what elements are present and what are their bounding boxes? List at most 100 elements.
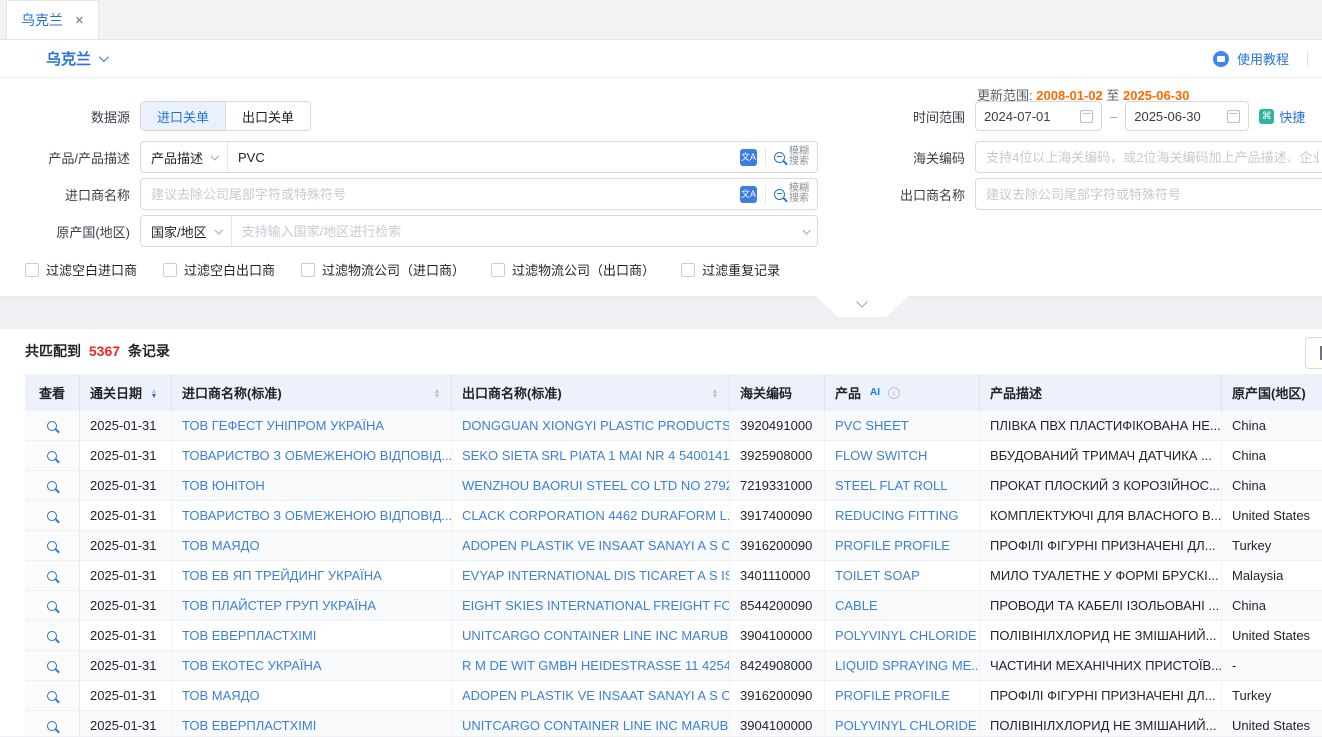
importer-link[interactable]: ТОВ ЕВЕРПЛАСТХІМІ [172,621,452,650]
view-magnifier-icon[interactable] [47,511,57,521]
product-type-select[interactable]: 产品描述 [141,142,228,172]
view-record-cell[interactable] [25,531,80,560]
checkbox-icon[interactable] [681,263,695,277]
view-record-cell[interactable] [25,501,80,530]
data-source-export-tab[interactable]: 出口关单 [225,102,310,130]
product-link[interactable]: POLYVINYL CHLORIDE [825,711,980,736]
exporter-link[interactable]: EVYAP INTERNATIONAL DIS TICARET A S IS..… [452,561,730,590]
exporter-link[interactable]: EIGHT SKIES INTERNATIONAL FREIGHT FOR... [452,591,730,620]
view-record-cell[interactable] [25,411,80,440]
view-magnifier-icon[interactable] [47,571,57,581]
sort-desc-icon[interactable]: ▼ [711,393,718,398]
exporter-link[interactable]: CLACK CORPORATION 4462 DURAFORM L... [452,501,730,530]
product-link[interactable]: PROFILE PROFILE [825,531,980,560]
time-range-start-input[interactable]: 2024-07-01 [975,101,1102,131]
view-record-cell[interactable] [25,471,80,500]
exporter-link[interactable]: ADOPEN PLASTIK VE INSAAT SANAYI A S O... [452,681,730,710]
exporter-link[interactable]: R M DE WIT GMBH HEIDESTRASSE 11 4254... [452,651,730,680]
checkbox-icon[interactable] [25,263,39,277]
view-record-cell[interactable] [25,561,80,590]
translate-icon[interactable]: 文A [740,186,757,203]
exporter-link[interactable]: UNITCARGO CONTAINER LINE INC MARUB... [452,621,730,650]
view-record-cell[interactable] [25,591,80,620]
col-header-importer[interactable]: 进口商名称(标准) ▲▼ [172,374,452,411]
view-magnifier-icon[interactable] [47,451,57,461]
origin-type-select[interactable]: 国家/地区 [141,216,232,246]
product-link[interactable]: REDUCING FITTING [825,501,980,530]
exporter-link[interactable]: WENZHOU BAORUI STEEL CO LTD NO 2792... [452,471,730,500]
view-magnifier-icon[interactable] [47,691,57,701]
filter-checkbox[interactable]: 过滤空白进口商 [25,260,137,279]
col-header-date-label: 通关日期 [90,383,142,402]
filter-checkbox[interactable]: 过滤物流公司（出口商） [491,260,655,279]
view-magnifier-icon[interactable] [47,661,57,671]
info-icon[interactable]: i [888,387,900,399]
sort-control[interactable]: ▲▼ [433,388,441,398]
view-magnifier-icon[interactable] [47,421,57,431]
product-link[interactable]: PVC SHEET [825,411,980,440]
exporter-link[interactable]: ADOPEN PLASTIK VE INSAAT SANAYI A S O... [452,531,730,560]
chevron-down-icon[interactable] [99,52,109,62]
close-icon[interactable]: × [75,12,84,29]
view-record-cell[interactable] [25,711,80,736]
exporter-link[interactable]: SEKO SIETA SRL PIATA 1 MAI NR 4 5400141 … [452,441,730,470]
view-magnifier-icon[interactable] [47,541,57,551]
quick-shortcut-button[interactable]: ⌘ 快捷 [1259,107,1305,126]
data-source-import-tab[interactable]: 进口关单 [141,102,225,130]
importer-link[interactable]: ТОВ ЕКОТЕС УКРАЇНА [172,651,452,680]
product-search-input[interactable] [228,142,732,172]
sort-control[interactable]: ▲▼ [711,388,719,398]
filter-checkbox[interactable]: 过滤重复记录 [681,260,780,279]
sort-desc-icon[interactable]: ▼ [150,393,157,398]
checkbox-icon[interactable] [163,263,177,277]
exporter-link[interactable]: UNITCARGO CONTAINER LINE INC MARUB... [452,711,730,736]
importer-link[interactable]: ТОВ ГЕФЕСТ УНІПРОМ УКРАЇНА [172,411,452,440]
view-magnifier-icon[interactable] [47,631,57,641]
product-link[interactable]: POLYVINYL CHLORIDE [825,621,980,650]
translate-icon[interactable]: 文A [740,149,757,166]
results-toolbar-button-partial[interactable] [1305,337,1322,369]
col-header-exporter[interactable]: 出口商名称(标准) ▲▼ [452,374,730,411]
view-record-cell[interactable] [25,621,80,650]
product-link[interactable]: CABLE [825,591,980,620]
col-header-date[interactable]: 通关日期 ▲▼ [80,374,172,411]
fuzzy-search-toggle[interactable]: 模糊 搜索 [774,184,809,204]
view-magnifier-icon[interactable] [47,601,57,611]
importer-link[interactable]: ТОВ ЮНІТОН [172,471,452,500]
filter-checkbox[interactable]: 过滤空白出口商 [163,260,275,279]
importer-link[interactable]: ТОВАРИСТВО З ОБМЕЖЕНОЮ ВІДПОВІД... [172,441,452,470]
time-range-end-input[interactable]: 2025-06-30 [1125,101,1249,131]
importer-input[interactable] [141,179,732,209]
fuzzy-search-toggle[interactable]: 模糊 搜索 [774,147,809,167]
importer-link[interactable]: ТОВ МАЯДО [172,531,452,560]
exporter-input[interactable] [976,187,1322,202]
origin-input[interactable] [232,216,795,246]
sort-control[interactable]: ▲▼ [150,388,158,398]
origin-label: 原产国(地区) [0,222,140,241]
importer-link[interactable]: ТОВ ЕВЕРПЛАСТХІМІ [172,711,452,736]
checkbox-icon[interactable] [301,263,315,277]
collapse-filters-button[interactable] [816,296,908,317]
importer-link[interactable]: ТОВ ПЛАЙСТЕР ГРУП УКРАЇНА [172,591,452,620]
product-link[interactable]: STEEL FLAT ROLL [825,471,980,500]
view-magnifier-icon[interactable] [47,481,57,491]
product-link[interactable]: FLOW SWITCH [825,441,980,470]
checkbox-icon[interactable] [491,263,505,277]
view-record-cell[interactable] [25,681,80,710]
filter-checkbox[interactable]: 过滤物流公司（进口商） [301,260,465,279]
sort-desc-icon[interactable]: ▼ [433,393,440,398]
product-link[interactable]: TOILET SOAP [825,561,980,590]
product-link[interactable]: LIQUID SPRAYING ME... [825,651,980,680]
importer-link[interactable]: ТОВ МАЯДО [172,681,452,710]
col-header-product-label: 产品 [835,383,861,402]
view-record-cell[interactable] [25,651,80,680]
view-magnifier-icon[interactable] [47,721,57,731]
tutorial-link[interactable]: 使用教程 [1237,49,1289,68]
importer-link[interactable]: ТОВ ЕВ ЯП ТРЕЙДИНГ УКРАЇНА [172,561,452,590]
tab-ukraine[interactable]: 乌克兰 × [6,0,99,39]
view-record-cell[interactable] [25,441,80,470]
exporter-link[interactable]: DONGGUAN XIONGYI PLASTIC PRODUCTS ... [452,411,730,440]
product-link[interactable]: PROFILE PROFILE [825,681,980,710]
hs-code-input[interactable] [976,150,1322,165]
importer-link[interactable]: ТОВАРИСТВО З ОБМЕЖЕНОЮ ВІДПОВІД... [172,501,452,530]
